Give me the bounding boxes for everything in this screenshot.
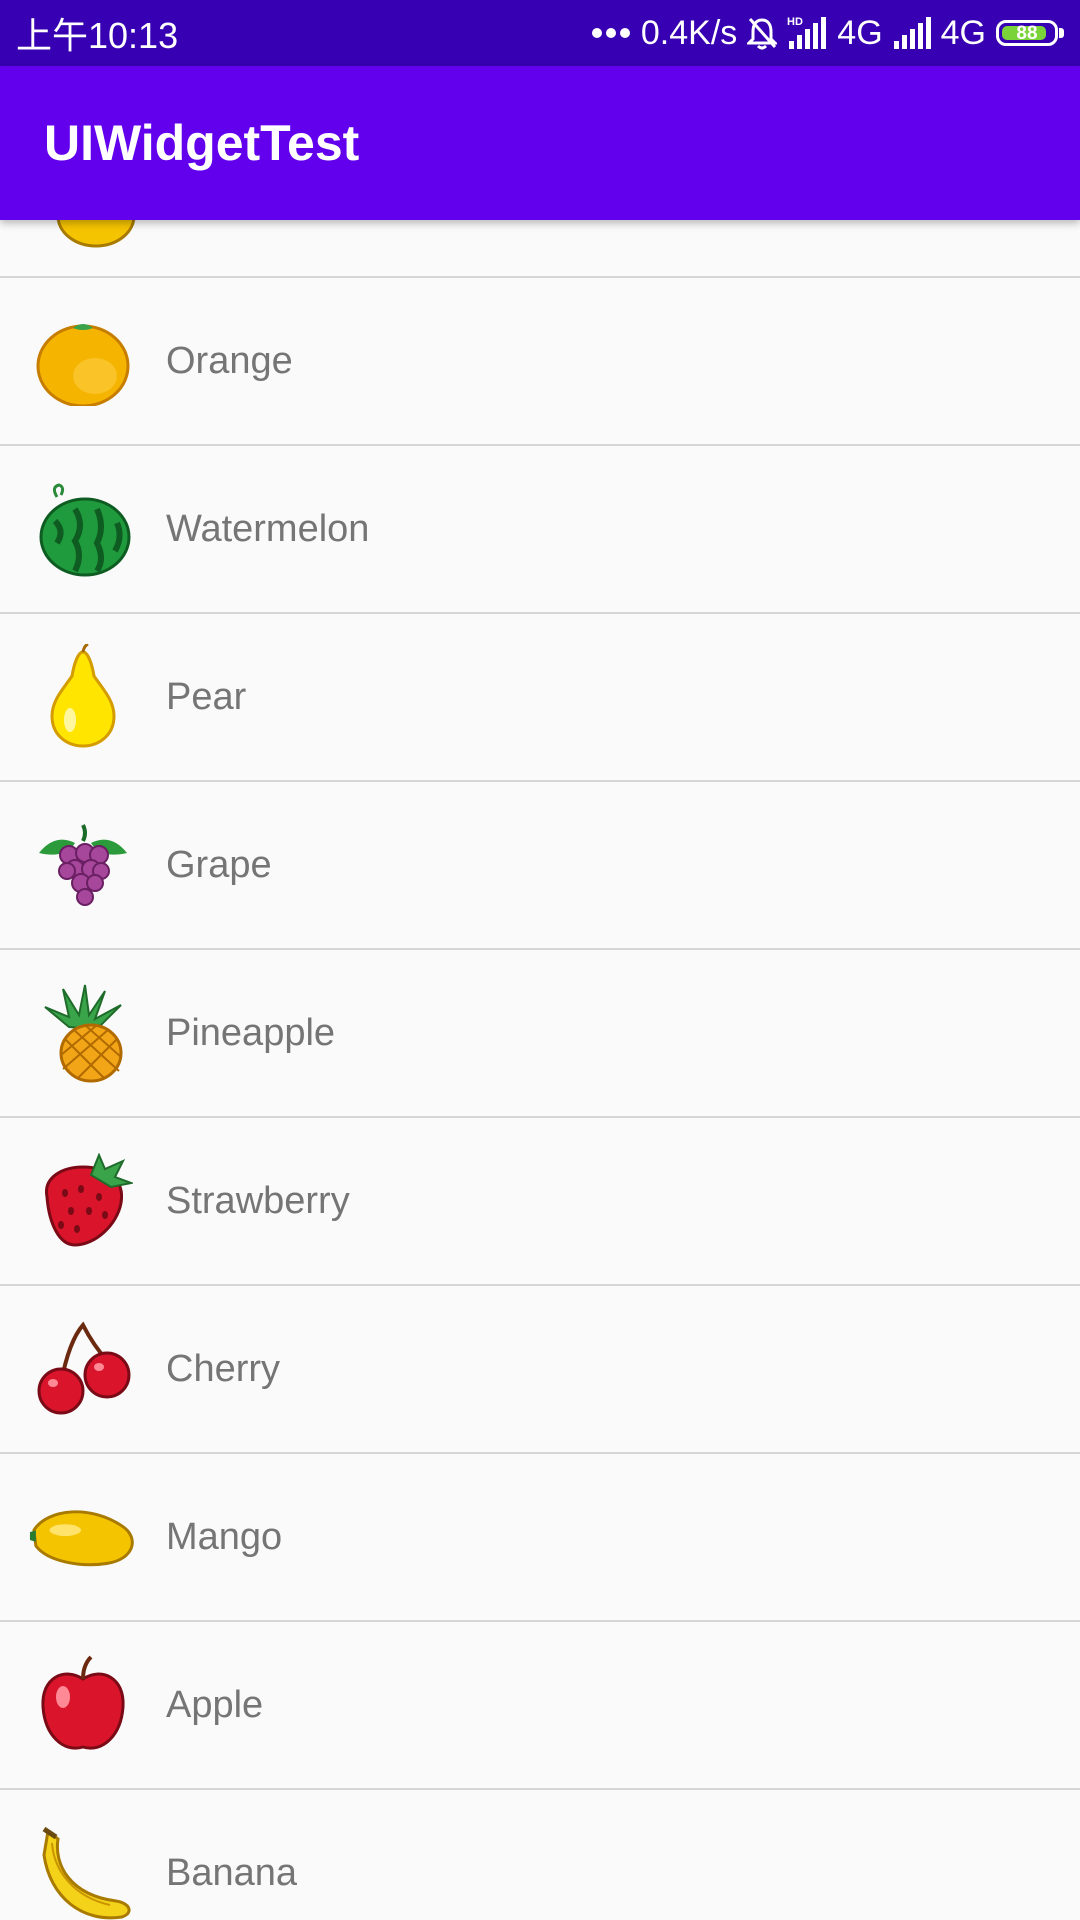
- pear-icon: [28, 644, 138, 748]
- mute-bell-icon: [747, 16, 778, 50]
- status-icons: 0.4K/s HD 4G 4G 88: [591, 14, 1064, 53]
- fruit-name: Apple: [166, 1684, 264, 1726]
- network-type-2: 4G: [940, 13, 986, 52]
- app-bar: UIWidgetTest: [0, 66, 1080, 220]
- list-item[interactable]: Strawberry: [0, 1118, 1080, 1286]
- list-item-partial[interactable]: [0, 220, 1080, 278]
- mango-icon: [28, 1492, 138, 1582]
- strawberry-icon: [28, 1153, 138, 1247]
- list-item[interactable]: Grape: [0, 782, 1080, 950]
- fruit-name: Pear: [166, 676, 247, 718]
- list-item[interactable]: Pineapple: [0, 950, 1080, 1118]
- grape-icon: [28, 820, 138, 910]
- banana-icon: [28, 1826, 138, 1920]
- fruit-list[interactable]: Orange Watermelon Pear Grape Pineapple S…: [0, 220, 1080, 1920]
- status-time: 上午10:13: [16, 15, 179, 56]
- fruit-name: Watermelon: [166, 508, 370, 550]
- battery-level: 88: [1016, 22, 1038, 44]
- fruit-name: Grape: [166, 844, 272, 886]
- pineapple-icon: [28, 984, 138, 1083]
- status-bar: 上午10:13 0.4K/s HD 4G 4G 88: [0, 0, 1080, 66]
- list-item[interactable]: Mango: [0, 1454, 1080, 1622]
- watermelon-icon: [28, 483, 138, 577]
- app-title: UIWidgetTest: [44, 115, 360, 171]
- hd-signal-icon: HD: [787, 15, 827, 51]
- network-type-1: 4G: [837, 13, 883, 52]
- list-item[interactable]: Orange: [0, 278, 1080, 446]
- orange-icon: [28, 316, 138, 406]
- fruit-name: Mango: [166, 1516, 283, 1558]
- fruit-name: Cherry: [166, 1348, 281, 1390]
- svg-text:HD: HD: [787, 16, 803, 28]
- list-item[interactable]: Banana: [0, 1790, 1080, 1920]
- list-item[interactable]: Apple: [0, 1622, 1080, 1790]
- list-item[interactable]: Cherry: [0, 1286, 1080, 1454]
- fruit-partial-icon: [56, 220, 136, 260]
- more-notifications-icon: [591, 27, 631, 39]
- battery-icon: 88: [996, 20, 1064, 46]
- signal-icon: [893, 17, 931, 49]
- fruit-name: Pineapple: [166, 1012, 336, 1054]
- network-speed: 0.4K/s: [640, 13, 738, 52]
- fruit-name: Orange: [166, 340, 293, 382]
- fruit-name: Strawberry: [166, 1180, 350, 1222]
- list-item[interactable]: Watermelon: [0, 446, 1080, 614]
- cherry-icon: [28, 1321, 138, 1415]
- fruit-name: Banana: [166, 1852, 298, 1894]
- list-item[interactable]: Pear: [0, 614, 1080, 782]
- apple-icon: [28, 1655, 138, 1750]
